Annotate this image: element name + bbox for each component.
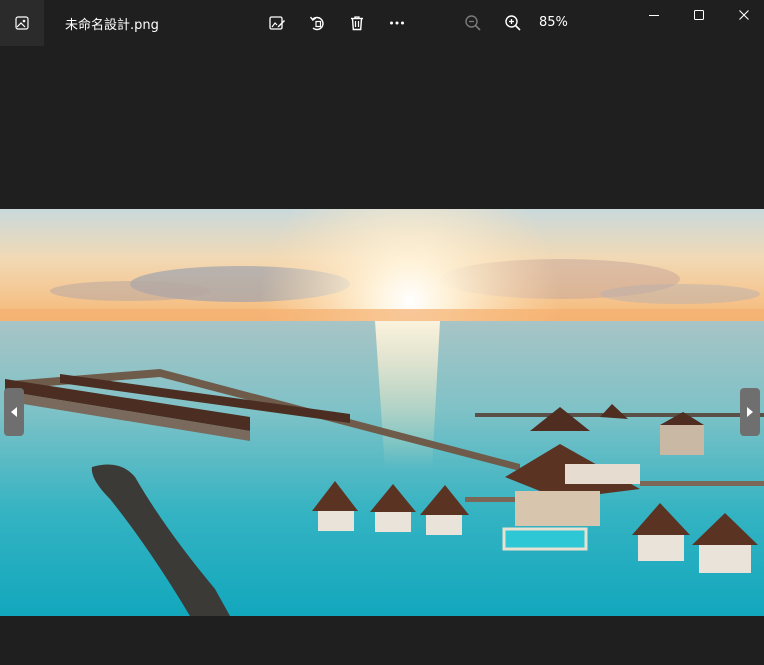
maximize-button[interactable] [676, 0, 722, 30]
photo-icon [0, 0, 44, 46]
edit-image-icon[interactable] [265, 11, 289, 35]
next-image-button[interactable] [740, 388, 760, 436]
more-icon[interactable] [385, 11, 409, 35]
image-view[interactable] [0, 209, 764, 616]
close-icon [739, 10, 749, 20]
zoom-in-icon[interactable] [501, 11, 525, 35]
previous-arrow-icon [11, 407, 17, 417]
close-button[interactable] [721, 0, 764, 30]
zoom-level[interactable]: 85% [539, 15, 568, 30]
title-bar: 未命名設計.png 85% [0, 0, 764, 46]
trash-icon[interactable] [345, 11, 369, 35]
overwater-villas-photo [0, 209, 764, 616]
zoom-out-icon[interactable] [461, 11, 485, 35]
minimize-button[interactable] [631, 0, 677, 30]
rotate-icon[interactable] [305, 11, 329, 35]
maximize-icon [694, 10, 704, 20]
previous-image-button[interactable] [4, 388, 24, 436]
file-name: 未命名設計.png [65, 18, 159, 33]
minimize-icon [649, 15, 659, 16]
next-arrow-icon [747, 407, 753, 417]
